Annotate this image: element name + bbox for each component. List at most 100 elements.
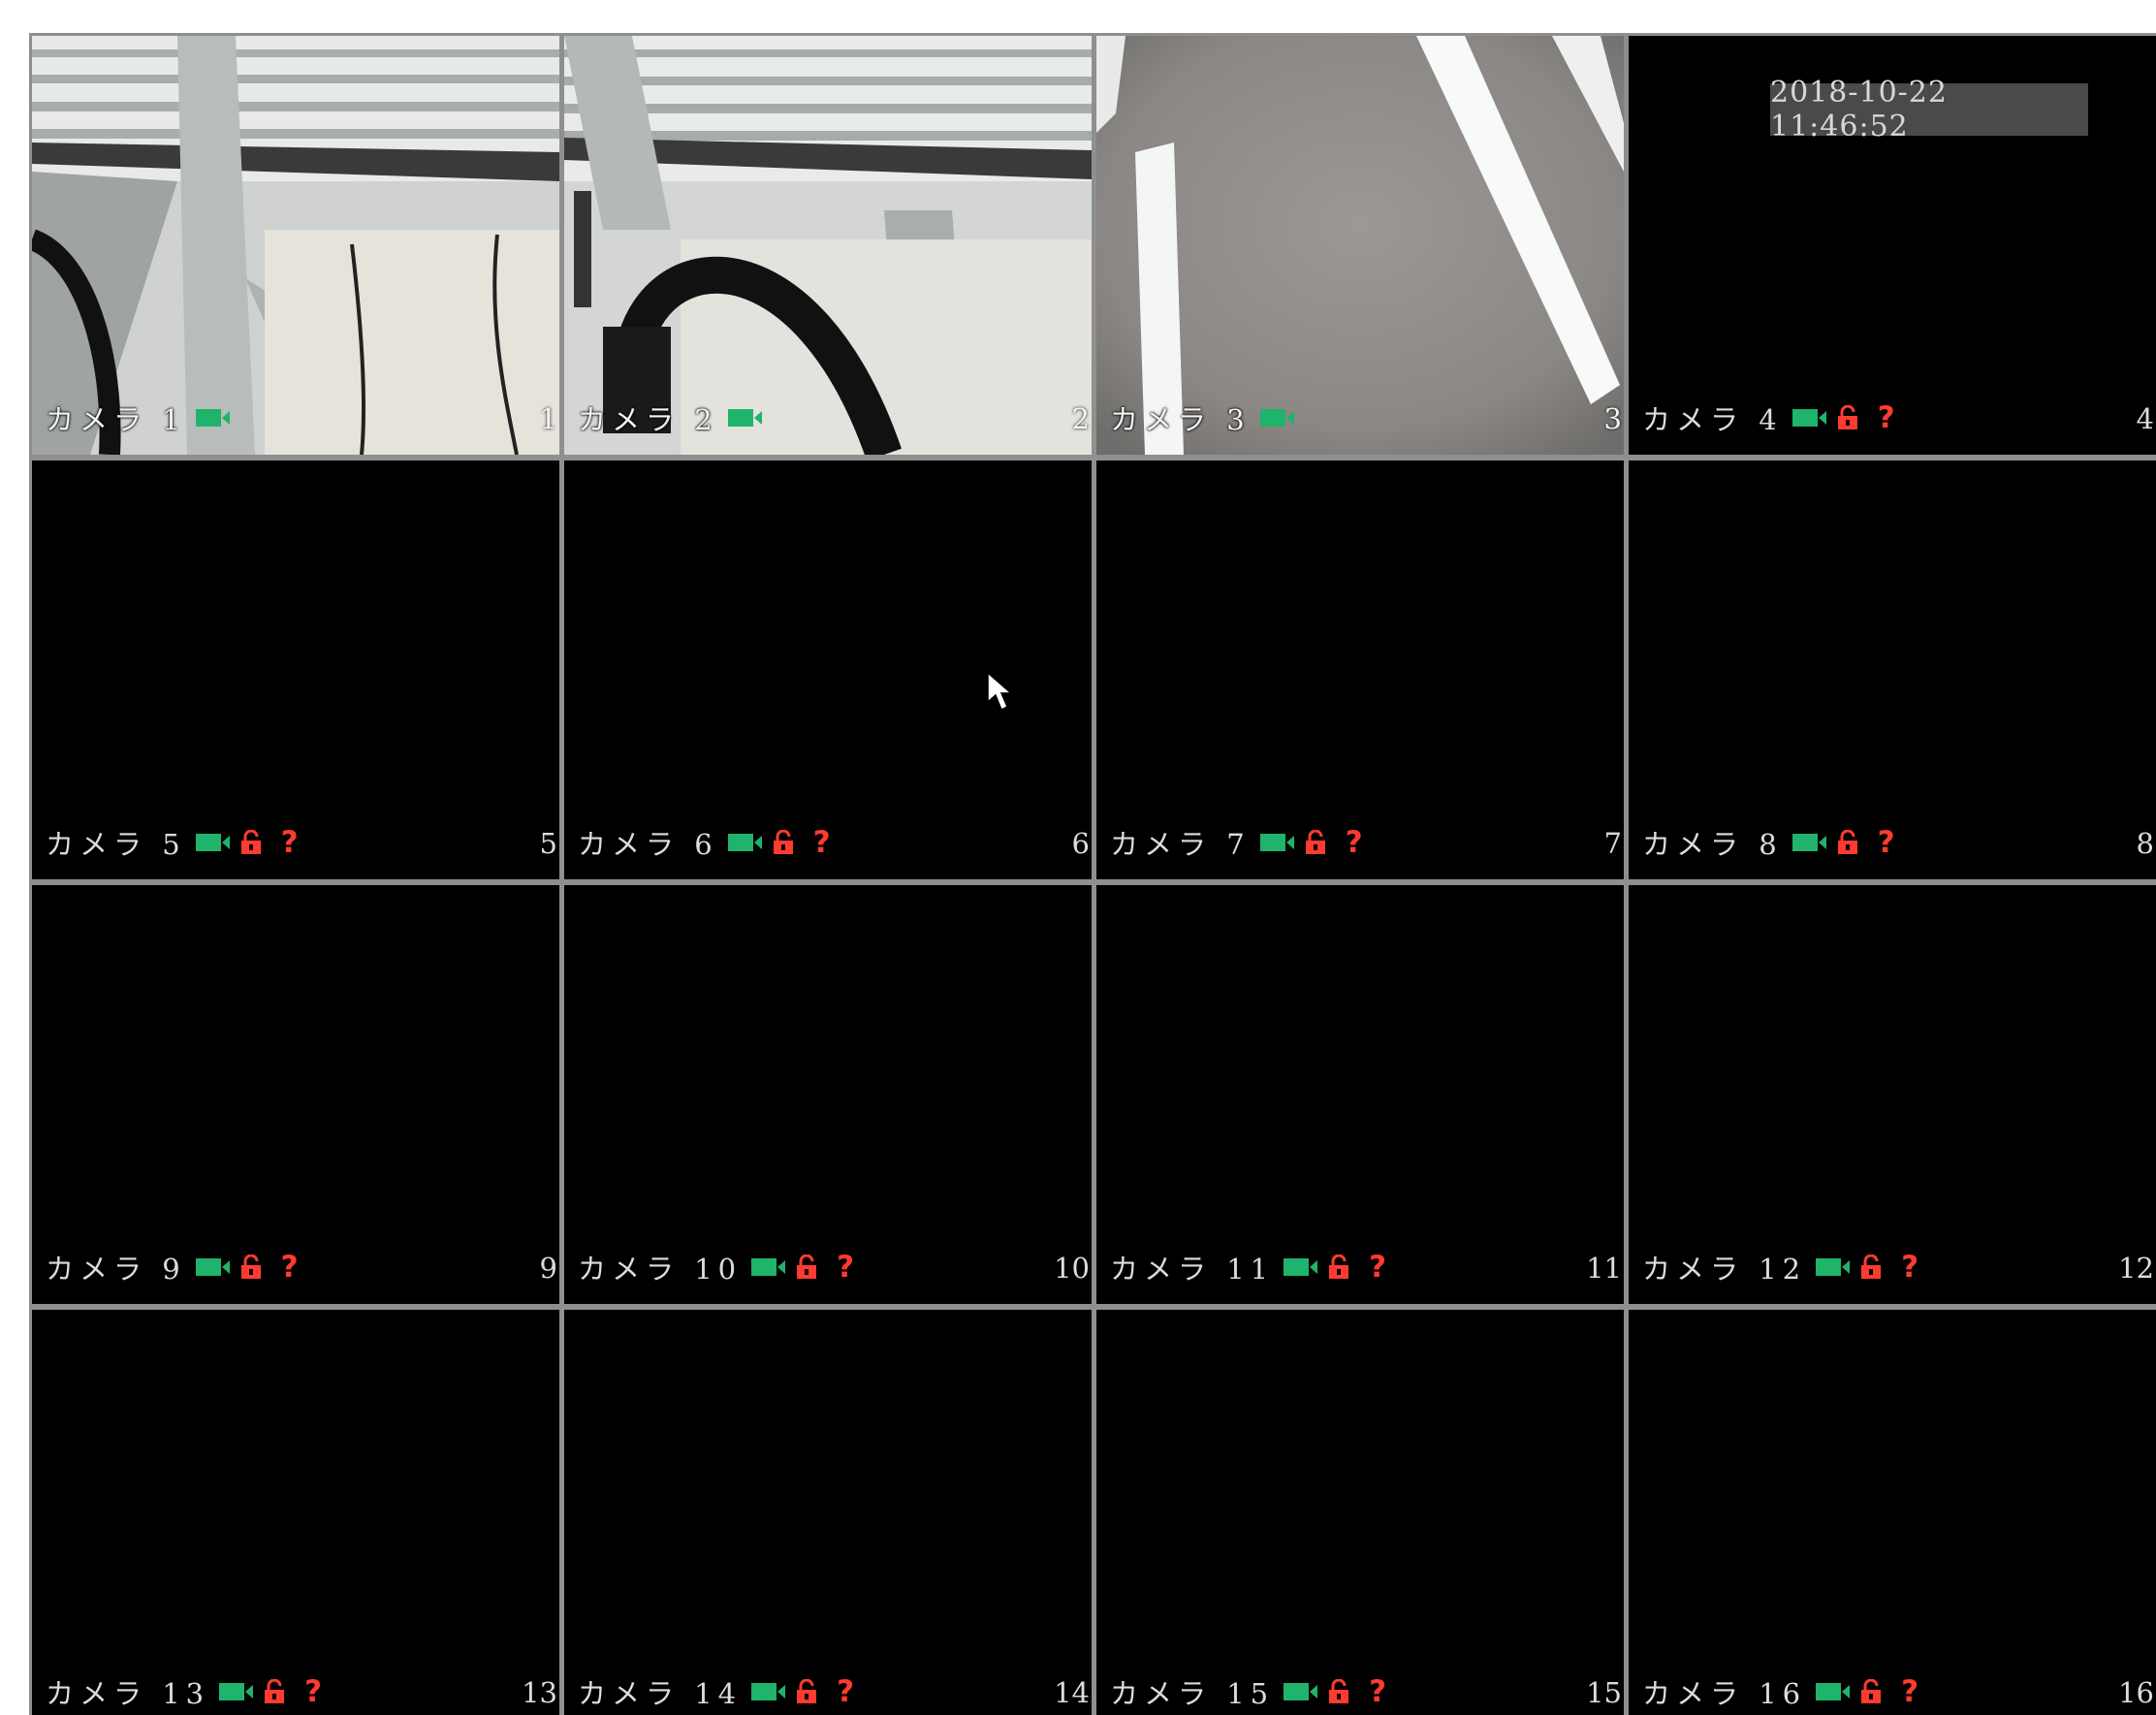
camera-tile-16[interactable]: カメラ 16 ? 16 [1629,1310,2156,1715]
camera-tile-1[interactable]: カメラ 1 1 [32,36,559,455]
question-mark-icon: ? [1901,1250,1919,1285]
camera-name: カメラ 16 [1642,1677,1807,1710]
camera-name: カメラ 15 [1110,1677,1275,1710]
camera-name: カメラ 4 [1642,403,1783,436]
video-camera-icon [1791,407,1827,429]
channel-number: 15 [1586,1676,1622,1709]
camera-tile-3[interactable]: カメラ 3 3 [1096,36,1624,455]
lock-icon [773,830,794,855]
camera-name: カメラ 14 [578,1677,743,1710]
camera-tile-13[interactable]: カメラ 13 ? 13 [32,1310,559,1715]
camera-name: カメラ 6 [578,828,718,861]
question-mark-icon: ? [1877,400,1895,435]
channel-number: 5 [539,827,557,860]
timestamp-overlay: 2018-10-22 11:46:52 [1770,76,2088,143]
lock-icon [796,1254,817,1280]
video-camera-icon [727,407,763,429]
camera-tile-2[interactable]: カメラ 2 2 [564,36,1092,455]
camera-label: カメラ 1 [46,398,231,437]
channel-number: 7 [1603,827,1622,860]
lock-icon [240,1254,262,1280]
video-camera-icon [195,832,231,853]
camera-name: カメラ 11 [1110,1253,1275,1286]
video-camera-icon [1259,832,1295,853]
camera-name: カメラ 1 [46,403,186,436]
lock-icon [1860,1254,1882,1280]
question-mark-icon: ? [304,1674,323,1709]
question-mark-icon: ? [1369,1250,1387,1285]
video-camera-icon [1816,1681,1851,1702]
camera-tile-8[interactable]: カメラ 8 ? 8 [1629,461,2156,879]
channel-number: 10 [1054,1252,1090,1285]
channel-number: 13 [522,1676,557,1709]
camera-label: カメラ 6 ? [578,823,831,862]
camera-name: カメラ 2 [578,403,718,436]
video-camera-icon [1284,1256,1318,1278]
camera-tile-6[interactable]: カメラ 6 ? 6 [564,461,1092,879]
lock-icon [240,830,262,855]
channel-number: 16 [2118,1676,2154,1709]
camera-label: カメラ 10 ? [578,1248,854,1286]
video-camera-icon [751,1681,786,1702]
camera-name: カメラ 8 [1642,828,1783,861]
lock-icon [1837,405,1858,430]
video-camera-icon [195,1256,231,1278]
question-mark-icon: ? [837,1674,855,1709]
lock-icon [1837,830,1858,855]
video-camera-icon [751,1256,786,1278]
lock-icon [1305,830,1326,855]
camera-tile-11[interactable]: カメラ 11 ? 11 [1096,885,1624,1304]
channel-number: 8 [2136,827,2154,860]
camera-3-video [1096,36,1624,455]
camera-tile-12[interactable]: カメラ 12 ? 12 [1629,885,2156,1304]
camera-label: カメラ 15 ? [1110,1672,1386,1711]
camera-name: カメラ 12 [1642,1253,1807,1286]
lock-icon [1328,1679,1349,1704]
camera-label: カメラ 4 ? [1642,398,1895,437]
video-camera-icon [195,407,231,429]
channel-number: 14 [1054,1676,1090,1709]
camera-tile-10[interactable]: カメラ 10 ? 10 [564,885,1092,1304]
camera-1-video [32,36,559,455]
channel-number: 6 [1071,827,1090,860]
lock-icon [264,1679,285,1704]
camera-label: カメラ 14 ? [578,1672,854,1711]
camera-label: カメラ 9 ? [46,1248,299,1286]
question-mark-icon: ? [1369,1674,1387,1709]
camera-label: カメラ 8 ? [1642,823,1895,862]
camera-2-video [564,36,1092,455]
camera-label: カメラ 16 ? [1642,1672,1918,1711]
channel-number: 3 [1603,402,1622,435]
camera-grid: カメラ 1 1 カメラ 2 2 カメラ 3 3 カメラ 4 ? 4 カメラ 5 … [29,33,2156,1715]
channel-number: 9 [539,1252,557,1285]
camera-tile-9[interactable]: カメラ 9 ? 9 [32,885,559,1304]
camera-name: カメラ 13 [46,1677,210,1710]
question-mark-icon: ? [1901,1674,1919,1709]
camera-tile-7[interactable]: カメラ 7 ? 7 [1096,461,1624,879]
video-camera-icon [1284,1681,1318,1702]
camera-tile-14[interactable]: カメラ 14 ? 14 [564,1310,1092,1715]
camera-name: カメラ 5 [46,828,186,861]
question-mark-icon: ? [837,1250,855,1285]
camera-label: カメラ 13 ? [46,1672,322,1711]
video-camera-icon [219,1681,254,1702]
video-camera-icon [1791,832,1827,853]
lock-icon [1328,1254,1349,1280]
camera-name: カメラ 7 [1110,828,1251,861]
camera-name: カメラ 3 [1110,403,1251,436]
video-camera-icon [1259,407,1295,429]
question-mark-icon: ? [1345,825,1363,860]
lock-icon [1860,1679,1882,1704]
camera-tile-15[interactable]: カメラ 15 ? 15 [1096,1310,1624,1715]
camera-label: カメラ 5 ? [46,823,299,862]
mouse-cursor-icon [987,672,1012,712]
channel-number: 12 [2118,1252,2154,1285]
video-camera-icon [727,832,763,853]
question-mark-icon: ? [812,825,831,860]
camera-label: カメラ 2 [578,398,763,437]
camera-name: カメラ 9 [46,1253,186,1286]
camera-name: カメラ 10 [578,1253,743,1286]
question-mark-icon: ? [1877,825,1895,860]
question-mark-icon: ? [280,825,299,860]
camera-tile-5[interactable]: カメラ 5 ? 5 [32,461,559,879]
